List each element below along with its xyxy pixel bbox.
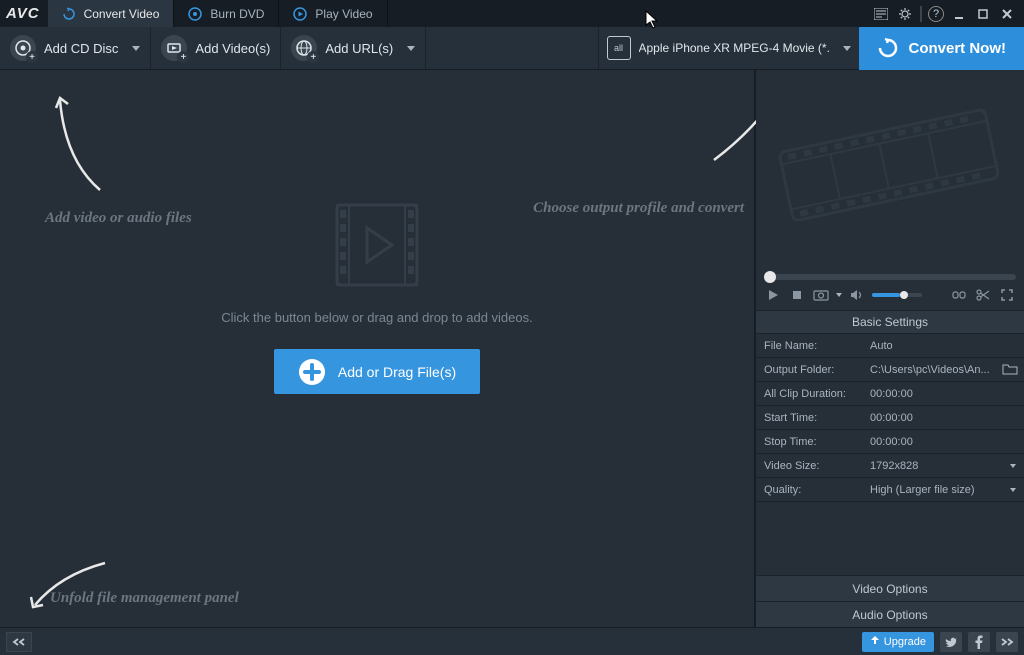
setting-file-name: File Name: Auto (756, 334, 1024, 358)
minimize-icon[interactable] (950, 5, 968, 23)
annotation-add-hint: Add video or audio files (45, 210, 192, 227)
play-icon (293, 7, 307, 21)
audio-options-button[interactable]: Audio Options (756, 601, 1024, 627)
add-drag-files-button[interactable]: Add or Drag File(s) (274, 349, 480, 394)
chevron-down-icon (1010, 488, 1016, 492)
video-add-icon: + (161, 35, 187, 61)
upgrade-button[interactable]: Upgrade (862, 632, 934, 652)
globe-add-icon: + (291, 35, 317, 61)
film-strip-icon (327, 200, 427, 290)
facebook-icon[interactable] (968, 632, 990, 652)
right-panel: Basic Settings File Name: Auto Output Fo… (754, 70, 1024, 627)
chevron-down-icon (1010, 464, 1016, 468)
player-controls (756, 280, 1024, 310)
add-videos-button[interactable]: + Add Video(s) (151, 27, 281, 70)
twitter-icon[interactable] (940, 632, 962, 652)
annotation-unfold-hint: Unfold file management panel (50, 590, 239, 607)
chevron-down-icon (836, 293, 842, 297)
annotation-profile-hint: Choose output profile and convert (533, 200, 744, 217)
setting-start-time: Start Time: 00:00:00 (756, 406, 1024, 430)
plus-circle-icon (298, 358, 326, 386)
form-icon[interactable] (872, 5, 890, 23)
tab-convert-video[interactable]: Convert Video (48, 0, 175, 27)
basic-settings-header: Basic Settings (756, 310, 1024, 334)
help-icon[interactable]: ? (928, 6, 944, 22)
chevron-down-icon (407, 46, 415, 51)
setting-video-size: Video Size: 1792x828 (756, 454, 1024, 478)
tab-burn-dvd[interactable]: Burn DVD (174, 0, 279, 27)
toolbar: + Add CD Disc + Add Video(s) + Add URL(s… (0, 27, 1024, 70)
tab-label: Play Video (315, 7, 372, 21)
play-button[interactable] (764, 286, 782, 304)
snapshot-button[interactable] (812, 286, 830, 304)
add-urls-button[interactable]: + Add URL(s) (281, 27, 426, 70)
add-cd-disc-button[interactable]: + Add CD Disc (0, 27, 151, 70)
playback-slider[interactable] (764, 274, 1016, 280)
file-drop-area[interactable]: Add video or audio files Choose output p… (0, 70, 754, 627)
unfold-panel-button[interactable] (6, 632, 32, 652)
chevron-down-icon (843, 46, 851, 51)
drop-instruction: Click the button below or drag and drop … (221, 310, 532, 325)
scissors-icon[interactable] (974, 286, 992, 304)
output-profile-selector[interactable]: all Apple iPhone XR MPEG-4 Movie (*.m... (598, 27, 859, 70)
titlebar: AVC Convert Video Burn DVD Play Video ? (0, 0, 1024, 27)
profile-icon: all (607, 36, 631, 60)
disc-icon (188, 7, 202, 21)
volume-slider[interactable] (872, 293, 922, 297)
upgrade-icon (870, 635, 880, 648)
video-options-button[interactable]: Video Options (756, 575, 1024, 601)
folder-icon[interactable] (1002, 363, 1018, 377)
chevron-down-icon (132, 46, 140, 51)
maximize-icon[interactable] (974, 5, 992, 23)
tab-label: Convert Video (84, 7, 160, 21)
bottombar: Upgrade (0, 627, 1024, 655)
stop-button[interactable] (788, 286, 806, 304)
setting-output-folder: Output Folder: C:\Users\pc\Videos\An... (756, 358, 1024, 382)
app-logo: AVC (0, 5, 48, 22)
convert-icon (877, 37, 899, 59)
expand-icon[interactable] (998, 286, 1016, 304)
tab-play-video[interactable]: Play Video (279, 0, 387, 27)
close-icon[interactable] (998, 5, 1016, 23)
link-icon[interactable] (950, 286, 968, 304)
refresh-icon (62, 7, 76, 21)
setting-stop-time: Stop Time: 00:00:00 (756, 430, 1024, 454)
convert-now-button[interactable]: Convert Now! (859, 27, 1024, 70)
volume-icon[interactable] (848, 286, 866, 304)
preview-area (756, 70, 1024, 270)
gear-icon[interactable] (896, 5, 914, 23)
setting-all-clip-duration: All Clip Duration: 00:00:00 (756, 382, 1024, 406)
setting-quality: Quality: High (Larger file size) (756, 478, 1024, 502)
tab-label: Burn DVD (210, 7, 264, 21)
more-icon[interactable] (996, 632, 1018, 652)
disc-add-icon: + (10, 35, 36, 61)
